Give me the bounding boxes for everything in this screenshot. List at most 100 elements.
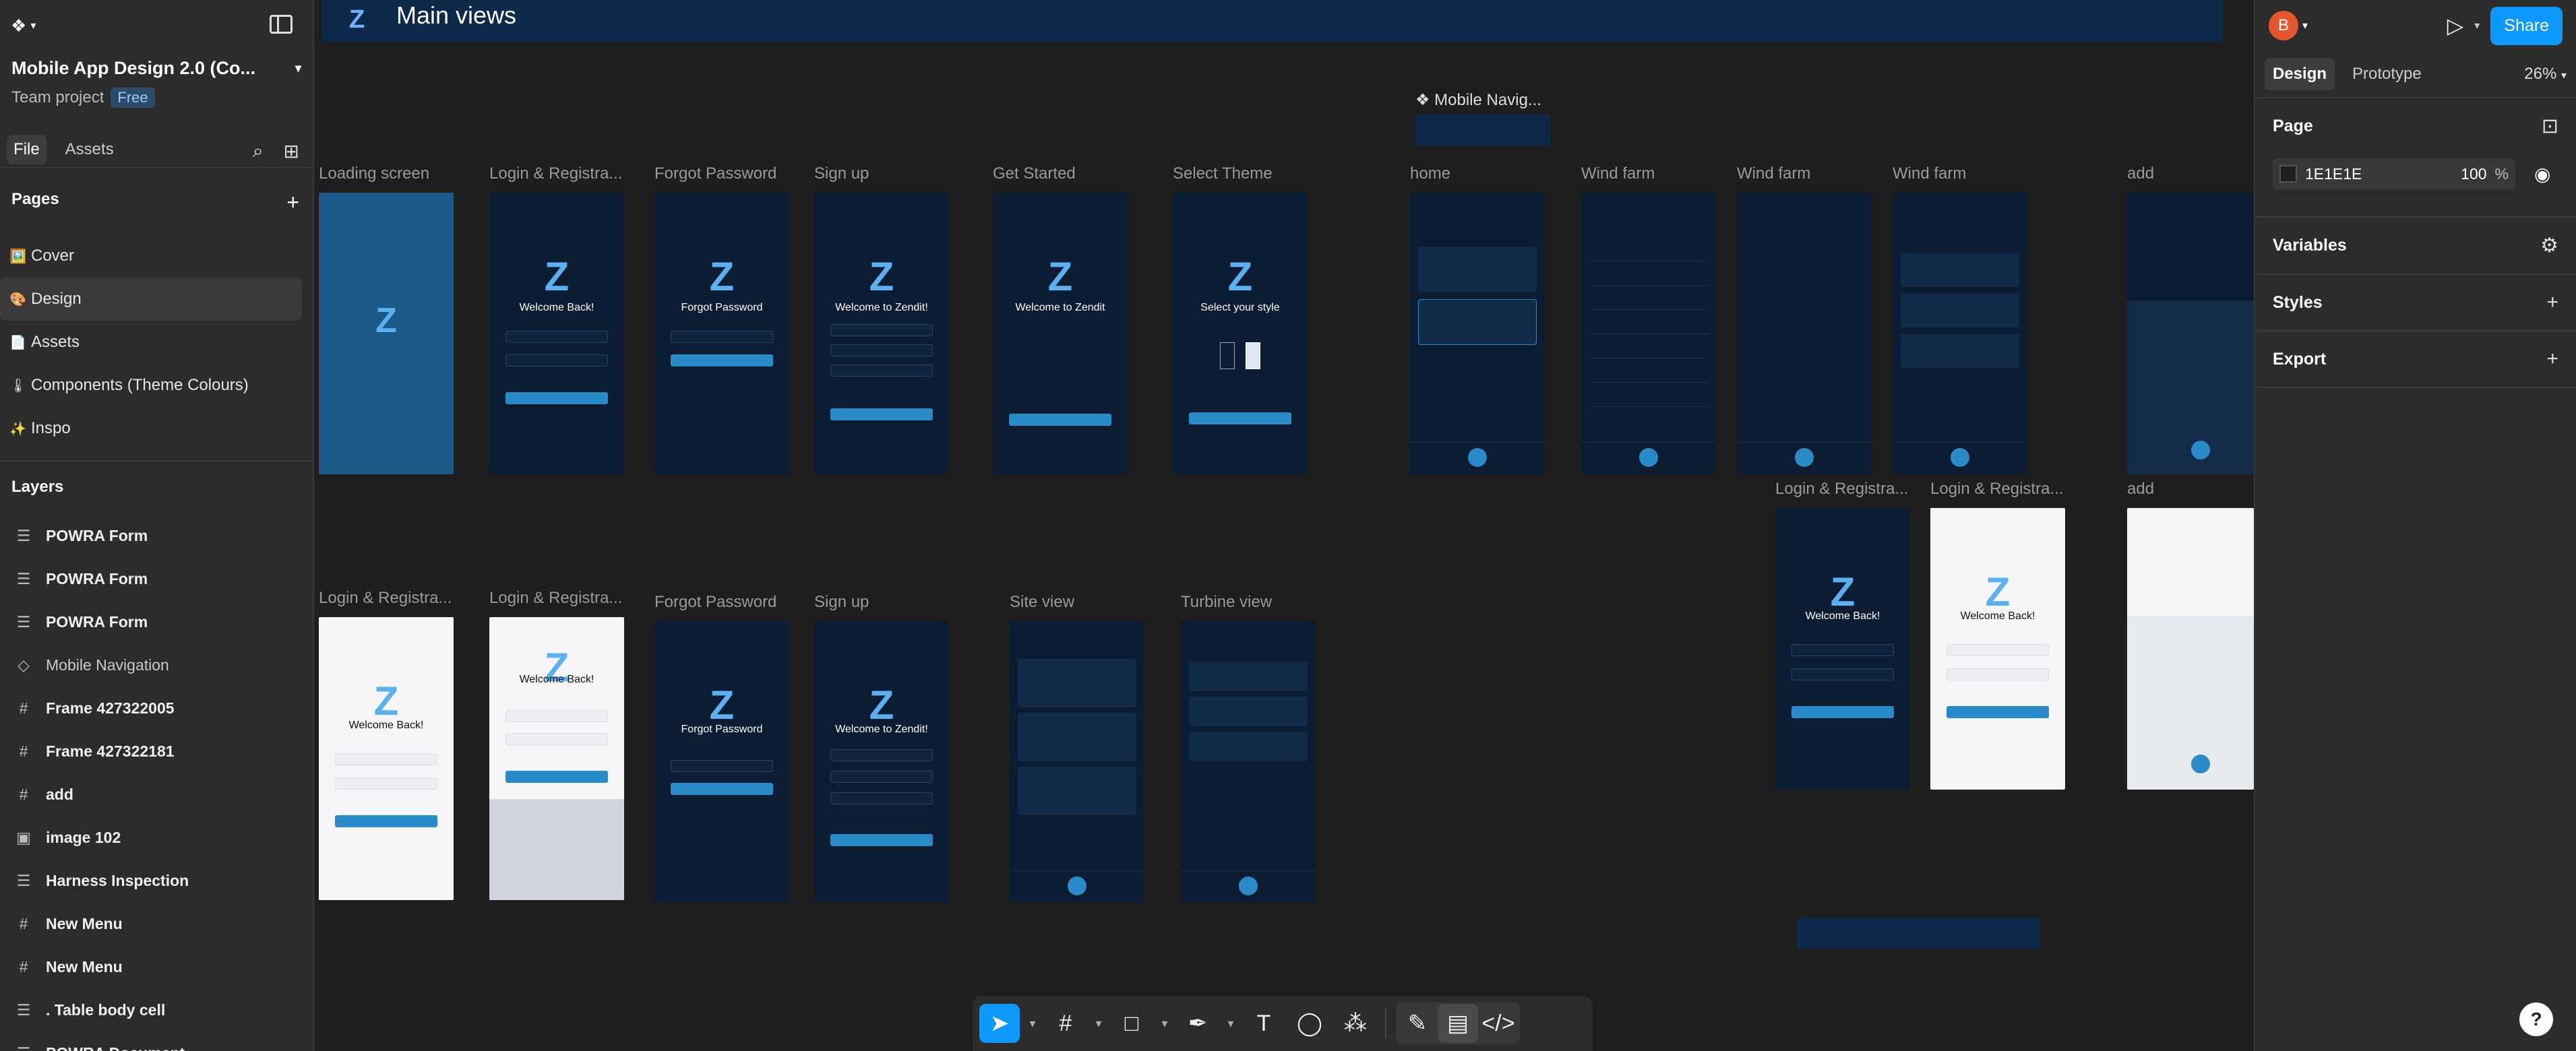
frame-loading-screen[interactable]: Z [319,193,454,474]
chevron-down-icon[interactable]: ▾ [1025,1004,1040,1043]
search-icon[interactable]: ⌕ [253,140,264,162]
frame-label[interactable]: Wind farm [1737,164,1810,183]
add-page-icon[interactable]: + [286,190,299,215]
frame-label[interactable]: Login & Registra... [319,589,452,608]
actions-icon[interactable]: ⁂ [1335,1004,1376,1043]
frame-label[interactable]: add [2127,480,2154,499]
pen-tool-icon[interactable]: ✒ [1177,1004,1218,1043]
frame-login[interactable]: Z Welcome Back! [489,193,624,474]
tab-design[interactable]: Design [2265,58,2335,90]
layer-item[interactable]: ☰ POWRA Form [0,600,313,643]
sidebar-toggle-icon[interactable] [270,15,293,34]
frame-label[interactable]: home [1410,164,1450,183]
dev-mode-icon[interactable]: </> [1478,1004,1519,1043]
page-item-components[interactable]: 🌡 Components (Theme Colours) [0,364,302,407]
page-item-design[interactable]: 🎨 Design [0,278,302,321]
add-style-icon[interactable]: + [2546,291,2558,314]
project-name[interactable]: Mobile App Design 2.0 (Co... ▾ [11,51,301,85]
page-item-assets[interactable]: 📄 Assets [0,321,302,364]
page-item-inspo[interactable]: ✨ Inspo [0,407,302,450]
present-play-icon[interactable]: ▷ [2447,13,2464,38]
frame-sign-up[interactable]: Z Welcome to Zendit! [814,193,949,474]
frame-label[interactable]: Loading screen [319,164,429,183]
main-menu-button[interactable]: ❖ ▾ [11,15,36,36]
frame-label[interactable]: add [2127,164,2154,183]
component-label[interactable]: ❖ Mobile Navig... [1415,90,1541,110]
design-mode-icon[interactable]: ▤ [1438,1004,1478,1043]
frame-wind-farm-timesheets[interactable] [1893,193,2027,474]
frame-label[interactable]: Login & Registra... [1930,480,2063,499]
frame-get-started[interactable]: Z Welcome to Zendit [993,193,1128,474]
frame-home[interactable] [1410,193,1545,474]
zoom-control[interactable]: 26% ▾ [2524,65,2567,84]
chevron-down-icon[interactable]: ▾ [1091,1004,1106,1043]
move-tool-icon[interactable]: ➤ [979,1004,1020,1043]
frame-turbine-view[interactable] [1181,621,1316,903]
frame-label[interactable]: Forgot Password [654,164,776,183]
page-settings-icon[interactable]: ⊡ [2542,115,2558,138]
tab-file[interactable]: File [7,135,47,164]
color-swatch[interactable] [2279,165,2297,183]
frame-site-view[interactable] [1010,621,1144,903]
frame-label[interactable]: Sign up [814,593,869,612]
frame-login-dark-2[interactable]: Z Welcome Back! [1775,508,1910,790]
frame-sign-up-2[interactable]: Z Welcome to Zendit! [814,621,949,903]
eye-icon[interactable]: ◉ [2534,163,2550,185]
layer-item[interactable]: ▣ image 102 [0,816,313,859]
comment-tool-icon[interactable]: ◯ [1289,1004,1330,1043]
frame-forgot-password-2[interactable]: Z Forgot Password [654,621,789,903]
frame-label[interactable]: Login & Registra... [489,164,622,183]
section-main-views[interactable]: Z Main views [322,0,2223,42]
chevron-down-icon[interactable]: ▾ [1157,1004,1172,1043]
layer-item[interactable]: ◇ Mobile Navigation [0,643,313,687]
share-button[interactable]: Share [2490,6,2563,45]
frame-label[interactable]: Forgot Password [654,593,776,612]
page-item-cover[interactable]: 🖼️ Cover [0,234,302,278]
layer-item[interactable]: # New Menu [0,945,313,988]
layer-item[interactable]: # add [0,773,313,816]
frame-login-light-2[interactable]: Z Welcome Back! [1930,508,2065,790]
frame-label[interactable]: Login & Registra... [489,589,622,608]
avatar-menu[interactable]: B ▾ [2269,11,2308,40]
frame-label[interactable]: Site view [1010,593,1074,612]
team-label[interactable]: Team project [11,88,104,107]
library-icon[interactable]: ⊞ [284,140,299,162]
frame-add[interactable] [2127,193,2254,474]
layer-item[interactable]: # New Menu [0,902,313,945]
frame-forgot-password[interactable]: Z Forgot Password [654,193,789,474]
layer-item[interactable]: ☰ Harness Inspection [0,859,313,902]
design-canvas[interactable]: Z Main views ❖ Mobile Navig... Loading s… [314,0,2254,1051]
frame-label[interactable]: Login & Registra... [1775,480,1908,499]
layer-item[interactable]: # Frame 427322005 [0,687,313,730]
draw-mode-icon[interactable]: ✎ [1397,1004,1438,1043]
mobile-navigation-instance[interactable] [1797,918,2040,949]
chevron-down-icon[interactable]: ▾ [1223,1004,1238,1043]
tab-prototype[interactable]: Prototype [2344,58,2430,90]
frame-select-theme[interactable]: Z Select your style [1173,193,1308,474]
text-tool-icon[interactable]: T [1244,1004,1284,1043]
frame-label[interactable]: Wind farm [1893,164,1966,183]
variables-icon[interactable]: ⚙ [2540,234,2558,257]
frame-login-light[interactable]: Z Welcome Back! [319,617,454,900]
layer-item[interactable]: # Frame 427322181 [0,730,313,773]
page-color-input[interactable]: 1E1E1E 100 % [2273,158,2515,189]
layer-item[interactable]: ☰ POWRA Form [0,557,313,600]
frame-wind-farm-details[interactable] [1737,193,1872,474]
frame-label[interactable]: Sign up [814,164,869,183]
mobile-navigation-component[interactable] [1415,115,1550,146]
add-export-icon[interactable]: + [2546,348,2558,371]
frame-tool-icon[interactable]: # [1045,1004,1086,1043]
frame-label[interactable]: Wind farm [1581,164,1655,183]
layer-item[interactable]: ☰ POWRA Document [0,1031,313,1051]
frame-label[interactable]: Get Started [993,164,1076,183]
layer-item[interactable]: ☰ . Table body cell [0,988,313,1031]
tab-assets[interactable]: Assets [59,135,121,164]
frame-add-light[interactable] [2127,508,2254,790]
frame-label[interactable]: Select Theme [1173,164,1272,183]
layer-item[interactable]: ☰ POWRA Form [0,514,313,557]
frame-wind-farm-towers[interactable] [1581,193,1716,474]
chevron-down-icon[interactable]: ▾ [2474,19,2480,32]
frame-label[interactable]: Turbine view [1181,593,1272,612]
rectangle-tool-icon[interactable]: □ [1111,1004,1152,1043]
frame-login-keyboard[interactable]: Z Welcome Back! [489,617,624,900]
